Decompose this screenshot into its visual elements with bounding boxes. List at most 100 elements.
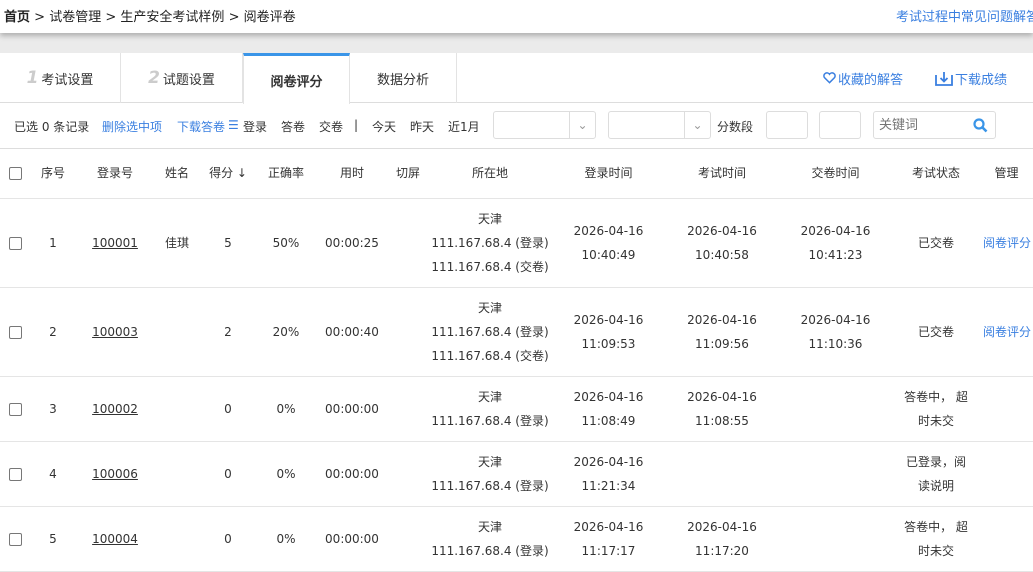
column-header: 交卷时间 bbox=[779, 149, 892, 199]
select-1[interactable]: ⌄ bbox=[493, 111, 596, 139]
breadcrumb-item[interactable]: 生产安全考试样例 bbox=[120, 10, 224, 25]
location-line: 111.167.68.4 (交卷) bbox=[431, 348, 549, 363]
filter-last-month[interactable]: 近1月 bbox=[448, 118, 480, 135]
location-line: 天津 bbox=[477, 389, 502, 404]
accuracy: 0% bbox=[276, 466, 296, 481]
column-header: 姓名 bbox=[154, 149, 200, 199]
location-line: 111.167.68.4 (交卷) bbox=[431, 259, 549, 274]
score-min-input[interactable] bbox=[766, 111, 808, 139]
heart-icon bbox=[823, 72, 836, 84]
table-row: 2 100003 2 20% 00:00:40 天津 111.167.68.4 (登录) 11… bbox=[0, 287, 1033, 377]
breadcrumb-item[interactable]: 试卷管理 bbox=[49, 10, 101, 25]
login-id-link[interactable]: 100002 bbox=[92, 402, 138, 416]
filter-submitted[interactable]: 交卷 bbox=[319, 118, 343, 135]
column-header: 正确率 bbox=[256, 149, 316, 199]
tab-label: 数据分析 bbox=[376, 72, 429, 88]
download-sheets-button[interactable]: 下载答卷 bbox=[177, 118, 225, 135]
submit-time: 2026-04-16 bbox=[800, 312, 871, 327]
download-scores-button[interactable]: 下载成绩 bbox=[935, 69, 1007, 88]
score: 5 bbox=[224, 235, 232, 250]
exam-time: 11:17:20 bbox=[695, 543, 749, 558]
keyword-search[interactable] bbox=[873, 111, 996, 139]
favorites-button[interactable]: 收藏的解答 bbox=[823, 69, 903, 88]
login-time: 11:17:17 bbox=[581, 543, 636, 558]
accuracy: 50% bbox=[272, 235, 300, 250]
keyword-input[interactable] bbox=[879, 113, 969, 137]
tab-question-settings[interactable]: 2 试题设置 bbox=[121, 53, 243, 103]
login-time: 2026-04-16 bbox=[573, 312, 644, 327]
location-line: 111.167.68.4 (登录) bbox=[431, 413, 549, 428]
exam-time: 11:09:56 bbox=[695, 336, 749, 351]
search-icon[interactable] bbox=[973, 118, 988, 133]
column-header: 登录时间 bbox=[552, 149, 665, 199]
breadcrumb-current: 阅卷评卷 bbox=[243, 10, 296, 25]
delete-selected-button[interactable]: 删除选中项 bbox=[102, 118, 162, 135]
exam-status: 已登录，阅读说明 bbox=[905, 454, 966, 493]
login-time: 10:40:49 bbox=[581, 247, 636, 262]
row-checkbox[interactable] bbox=[8, 236, 22, 250]
filter-yesterday[interactable]: 昨天 bbox=[410, 118, 434, 135]
tab-exam-settings[interactable]: 1 考试设置 bbox=[0, 53, 121, 103]
row-checkbox[interactable] bbox=[8, 402, 22, 416]
accuracy: 0% bbox=[276, 401, 296, 416]
chevron-down-icon: ⌄ bbox=[569, 112, 595, 138]
tab-label: 试题设置 bbox=[162, 72, 215, 88]
row-checkbox[interactable] bbox=[8, 467, 22, 481]
table-row: 3 100002 0 0% 00:00:00 天津 111.167.68.4 (登录) 202… bbox=[0, 376, 1033, 442]
column-header: 切屏 bbox=[388, 149, 428, 199]
filter-login[interactable]: 登录 bbox=[243, 118, 267, 135]
exam-time: 2026-04-16 bbox=[687, 312, 757, 327]
filter-bar: 已选 0 条记录 删除选中项 下载答卷 ☰ 登录 答卷 交卷 | 今天 昨天 近… bbox=[0, 103, 1033, 149]
location-line: 天津 bbox=[477, 300, 502, 315]
duration: 00:00:00 bbox=[325, 531, 379, 546]
column-header: 所在地 bbox=[428, 149, 552, 199]
login-id-link[interactable]: 100003 bbox=[92, 325, 138, 339]
tab-data-analysis[interactable]: 数据分析 bbox=[350, 53, 457, 103]
download-icon bbox=[935, 71, 953, 86]
select-2[interactable]: ⌄ bbox=[608, 111, 711, 139]
accuracy: 0% bbox=[276, 531, 296, 546]
login-id-link[interactable]: 100006 bbox=[92, 467, 138, 481]
duration: 00:00:00 bbox=[325, 466, 379, 481]
filter-today[interactable]: 今天 bbox=[372, 118, 396, 135]
exam-time: 10:40:58 bbox=[695, 247, 749, 262]
login-id-link[interactable]: 100004 bbox=[92, 532, 138, 546]
column-header: 管理 bbox=[980, 149, 1033, 199]
duration: 00:00:25 bbox=[325, 235, 379, 250]
student-name: 佳琪 bbox=[164, 235, 189, 250]
grade-link[interactable]: 阅卷评分 bbox=[983, 325, 1031, 339]
login-time: 11:09:53 bbox=[581, 336, 636, 351]
chevron-down-icon: ⌄ bbox=[684, 112, 710, 138]
table-row: 4 100006 0 0% 00:00:00 天津 111.167.68.4 (登录) 202… bbox=[0, 441, 1033, 507]
exam-status: 答卷中， 超时未交 bbox=[904, 389, 968, 428]
score-max-input[interactable] bbox=[819, 111, 861, 139]
column-header[interactable]: 得分 ↓ bbox=[200, 149, 256, 199]
submit-time: 11:10:36 bbox=[808, 336, 863, 351]
login-time: 11:21:34 bbox=[581, 478, 636, 493]
filter-answering[interactable]: 答卷 bbox=[281, 118, 305, 135]
tab-grading[interactable]: 阅卷评分 bbox=[243, 53, 350, 104]
spacer-band bbox=[0, 33, 1033, 53]
tab-label: 阅卷评分 bbox=[270, 74, 323, 90]
submit-time: 10:41:23 bbox=[808, 247, 863, 262]
breadcrumb: 首页 > 试卷管理 > 生产安全考试样例 > 阅卷评卷 bbox=[4, 6, 296, 25]
row-checkbox[interactable] bbox=[8, 325, 22, 339]
grade-link[interactable]: 阅卷评分 bbox=[983, 236, 1031, 250]
login-id-link[interactable]: 100001 bbox=[92, 236, 138, 250]
login-time: 2026-04-16 bbox=[573, 223, 644, 238]
row-number: 3 bbox=[49, 401, 57, 416]
exam-status: 答卷中， 超时未交 bbox=[904, 519, 968, 558]
location-line: 天津 bbox=[477, 454, 502, 469]
select-all-checkbox[interactable] bbox=[0, 149, 30, 199]
menu-icon[interactable]: ☰ bbox=[228, 118, 239, 132]
submit-time: 2026-04-16 bbox=[800, 223, 871, 238]
login-time: 2026-04-16 bbox=[573, 454, 644, 469]
tab-bar: 1 考试设置 2 试题设置 阅卷评分 数据分析 收藏的解答 下载成绩 bbox=[0, 53, 1033, 104]
row-checkbox[interactable] bbox=[8, 532, 22, 546]
login-time: 11:08:49 bbox=[581, 413, 636, 428]
divider: | bbox=[354, 118, 359, 132]
top-bar: 首页 > 试卷管理 > 生产安全考试样例 > 阅卷评卷 考试过程中常见问题解答 bbox=[0, 0, 1033, 33]
breadcrumb-home[interactable]: 首页 bbox=[4, 10, 30, 25]
breadcrumb-sep: > bbox=[228, 10, 240, 25]
faq-link[interactable]: 考试过程中常见问题解答 bbox=[896, 6, 1033, 25]
